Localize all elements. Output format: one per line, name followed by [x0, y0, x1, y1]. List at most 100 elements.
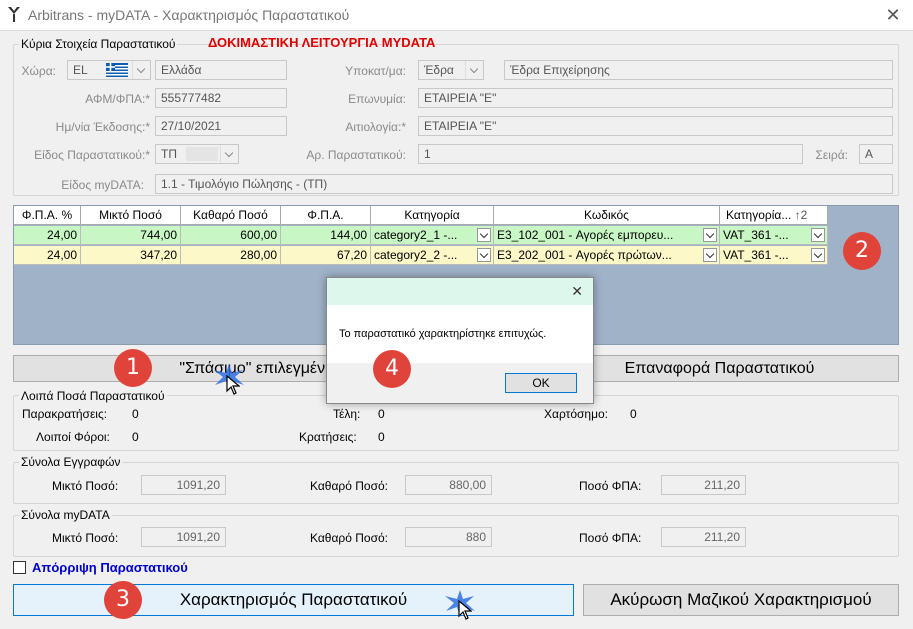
- cancel-bulk-label: Ακύρωση Μαζικού Χαρακτηρισμού: [610, 590, 872, 609]
- dialog-close-button[interactable]: ✕: [571, 283, 583, 300]
- company-name-field[interactable]: ΕΤΑΙΡΕΙΑ "Ε": [418, 88, 893, 108]
- table-row[interactable]: 24,00 744,00 600,00 144,00 category2_1 -…: [14, 226, 828, 245]
- mydata-gross-field: 1091,20: [141, 527, 226, 547]
- reason-field[interactable]: ΕΤΑΙΡΕΙΑ "Ε": [418, 116, 893, 136]
- mouse-cursor-icon: [458, 600, 472, 620]
- country-name-field[interactable]: Ελλάδα: [155, 60, 287, 80]
- col-category[interactable]: Κατηγορία: [371, 206, 494, 225]
- app-logo-icon: [8, 7, 20, 22]
- reject-label[interactable]: Απόρριψη Παραστατικού: [32, 560, 188, 575]
- vat-number-field[interactable]: 555777482: [155, 88, 287, 108]
- stamp-label: Χαρτόσημο:: [544, 407, 609, 421]
- chevron-down-icon[interactable]: [811, 248, 825, 262]
- issue-date-field[interactable]: 27/10/2021: [155, 116, 287, 136]
- cell-gross[interactable]: 744,00: [81, 226, 181, 245]
- col-gross[interactable]: Μικτό Ποσό: [81, 206, 181, 225]
- table-row[interactable]: 24,00 347,20 280,00 67,20 category2_2 -.…: [14, 246, 828, 265]
- chevron-down-icon[interactable]: [220, 145, 238, 163]
- vat-number-label: ΑΦΜ/ΦΠΑ:*: [85, 92, 150, 106]
- record-vat-label: Ποσό ΦΠΑ:: [579, 479, 642, 493]
- fees-value: 0: [378, 407, 385, 421]
- col-net[interactable]: Καθαρό Ποσό: [181, 206, 281, 225]
- dialog-message: Το παραστατικό χαρακτηρίστηκε επιτυχώς.: [339, 328, 547, 340]
- record-vat-field: 211,20: [661, 475, 746, 495]
- deductions-label: Κρατήσεις:: [299, 430, 357, 444]
- cell-vat-category[interactable]: VAT_361 -...: [720, 246, 828, 265]
- chevron-down-icon[interactable]: [703, 228, 717, 242]
- mydata-vat-label: Ποσό ΦΠΑ:: [579, 531, 642, 545]
- doc-type-value: ΤΠ: [161, 147, 177, 161]
- restore-document-label: Επαναφορά Παραστατικού: [624, 360, 815, 377]
- main-info-title: Κύρια Στοιχεία Παραστατικού: [19, 37, 178, 51]
- mydata-type-field[interactable]: 1.1 - Τιμολόγιο Πώλησης - (ΤΠ): [155, 174, 893, 194]
- other-taxes-value: 0: [132, 430, 139, 444]
- col-vat-category[interactable]: Κατηγορία... ↑2: [720, 206, 828, 225]
- series-label: Σειρά:: [815, 148, 848, 162]
- cell-code[interactable]: E3_102_001 - Αγορές εμπορευ...: [494, 226, 720, 245]
- record-totals-title: Σύνολα Εγγραφών: [19, 455, 123, 469]
- branch-name-field[interactable]: Έδρα Επιχείρησης: [504, 60, 893, 80]
- col-vat[interactable]: Φ.Π.Α.: [281, 206, 371, 225]
- mouse-cursor-icon: [226, 375, 240, 395]
- ok-button[interactable]: OK: [505, 373, 577, 393]
- branch-code-combo[interactable]: Έδρα: [418, 60, 484, 80]
- fees-label: Τέλη:: [333, 407, 361, 421]
- cell-category[interactable]: category2_2 -...: [371, 246, 494, 265]
- col-vat-pct[interactable]: Φ.Π.Α. %: [14, 206, 81, 225]
- dialog-footer: OK: [327, 363, 593, 403]
- col-code[interactable]: Κωδικός: [494, 206, 720, 225]
- reject-checkbox[interactable]: [13, 561, 26, 574]
- branch-label: Υποκατ/μα:: [345, 64, 406, 78]
- withholdings-value: 0: [132, 407, 139, 421]
- doc-number-label: Αρ. Παραστατικού:: [306, 148, 406, 162]
- chevron-down-icon[interactable]: [811, 228, 825, 242]
- doc-type-label: Είδος Παραστατικού:*: [34, 148, 150, 162]
- chevron-down-icon[interactable]: [132, 61, 150, 79]
- cell-vat-pct[interactable]: 24,00: [14, 246, 81, 265]
- chevron-down-icon[interactable]: [477, 228, 491, 242]
- country-code-value: EL: [73, 63, 88, 77]
- greece-flag-icon: [106, 63, 128, 77]
- mydata-type-label: Είδος myDATA:: [61, 178, 144, 192]
- cell-vat-category-text: VAT_361 -...: [723, 228, 789, 242]
- sort-indicator: ↑2: [794, 208, 808, 222]
- characterize-button[interactable]: Χαρακτηρισμός Παραστατικού: [13, 584, 574, 616]
- cell-category-text: category2_2 -...: [374, 248, 458, 262]
- company-name-label: Επωνυμία:: [348, 92, 406, 106]
- split-line-label: "Σπάσιμο" επιλεγμένης: [179, 360, 342, 377]
- doc-type-combo[interactable]: ΤΠ: [155, 144, 239, 164]
- badge-2: 2: [843, 232, 881, 270]
- deductions-value: 0: [378, 430, 385, 444]
- grid-header: Φ.Π.Α. % Μικτό Ποσό Καθαρό Ποσό Φ.Π.Α. Κ…: [14, 206, 828, 225]
- cell-vat-category[interactable]: VAT_361 -...: [720, 226, 828, 245]
- chevron-down-icon[interactable]: [703, 248, 717, 262]
- title-bar: Arbitrans - myDATA - Χαρακτηρισμός Παρασ…: [0, 0, 913, 30]
- record-net-field: 880,00: [405, 475, 492, 495]
- window-title: Arbitrans - myDATA - Χαρακτηρισμός Παρασ…: [28, 7, 350, 23]
- cell-code-text: E3_102_001 - Αγορές εμπορευ...: [497, 228, 674, 242]
- cell-net[interactable]: 280,00: [181, 246, 281, 265]
- cancel-bulk-button[interactable]: Ακύρωση Μαζικού Χαρακτηρισμού: [583, 584, 899, 616]
- cell-net[interactable]: 600,00: [181, 226, 281, 245]
- mydata-net-field: 880: [405, 527, 492, 547]
- series-field[interactable]: A: [859, 144, 893, 164]
- other-amounts-title: Λοιπά Ποσά Παραστατικού: [19, 389, 167, 403]
- characterize-label: Χαρακτηρισμός Παραστατικού: [179, 590, 408, 609]
- cell-code[interactable]: E3_202_001 - Αγορές πρώτων...: [494, 246, 720, 265]
- cell-vat-pct[interactable]: 24,00: [14, 226, 81, 245]
- chevron-down-icon[interactable]: [477, 248, 491, 262]
- withholdings-label: Παρακρατήσεις:: [22, 407, 108, 421]
- country-code-combo[interactable]: EL: [67, 60, 151, 80]
- badge-3: 3: [104, 581, 142, 619]
- cell-vat[interactable]: 144,00: [281, 226, 371, 245]
- record-net-label: Καθαρό Ποσό:: [310, 479, 388, 493]
- chevron-down-icon[interactable]: [465, 61, 483, 79]
- cell-gross[interactable]: 347,20: [81, 246, 181, 265]
- country-label: Χώρα:: [21, 64, 56, 78]
- doc-number-field[interactable]: 1: [418, 144, 803, 164]
- cell-category[interactable]: category2_1 -...: [371, 226, 494, 245]
- record-gross-field: 1091,20: [141, 475, 226, 495]
- cell-vat[interactable]: 67,20: [281, 246, 371, 265]
- badge-1: 1: [114, 349, 152, 387]
- window-close-button[interactable]: ✕: [881, 4, 905, 26]
